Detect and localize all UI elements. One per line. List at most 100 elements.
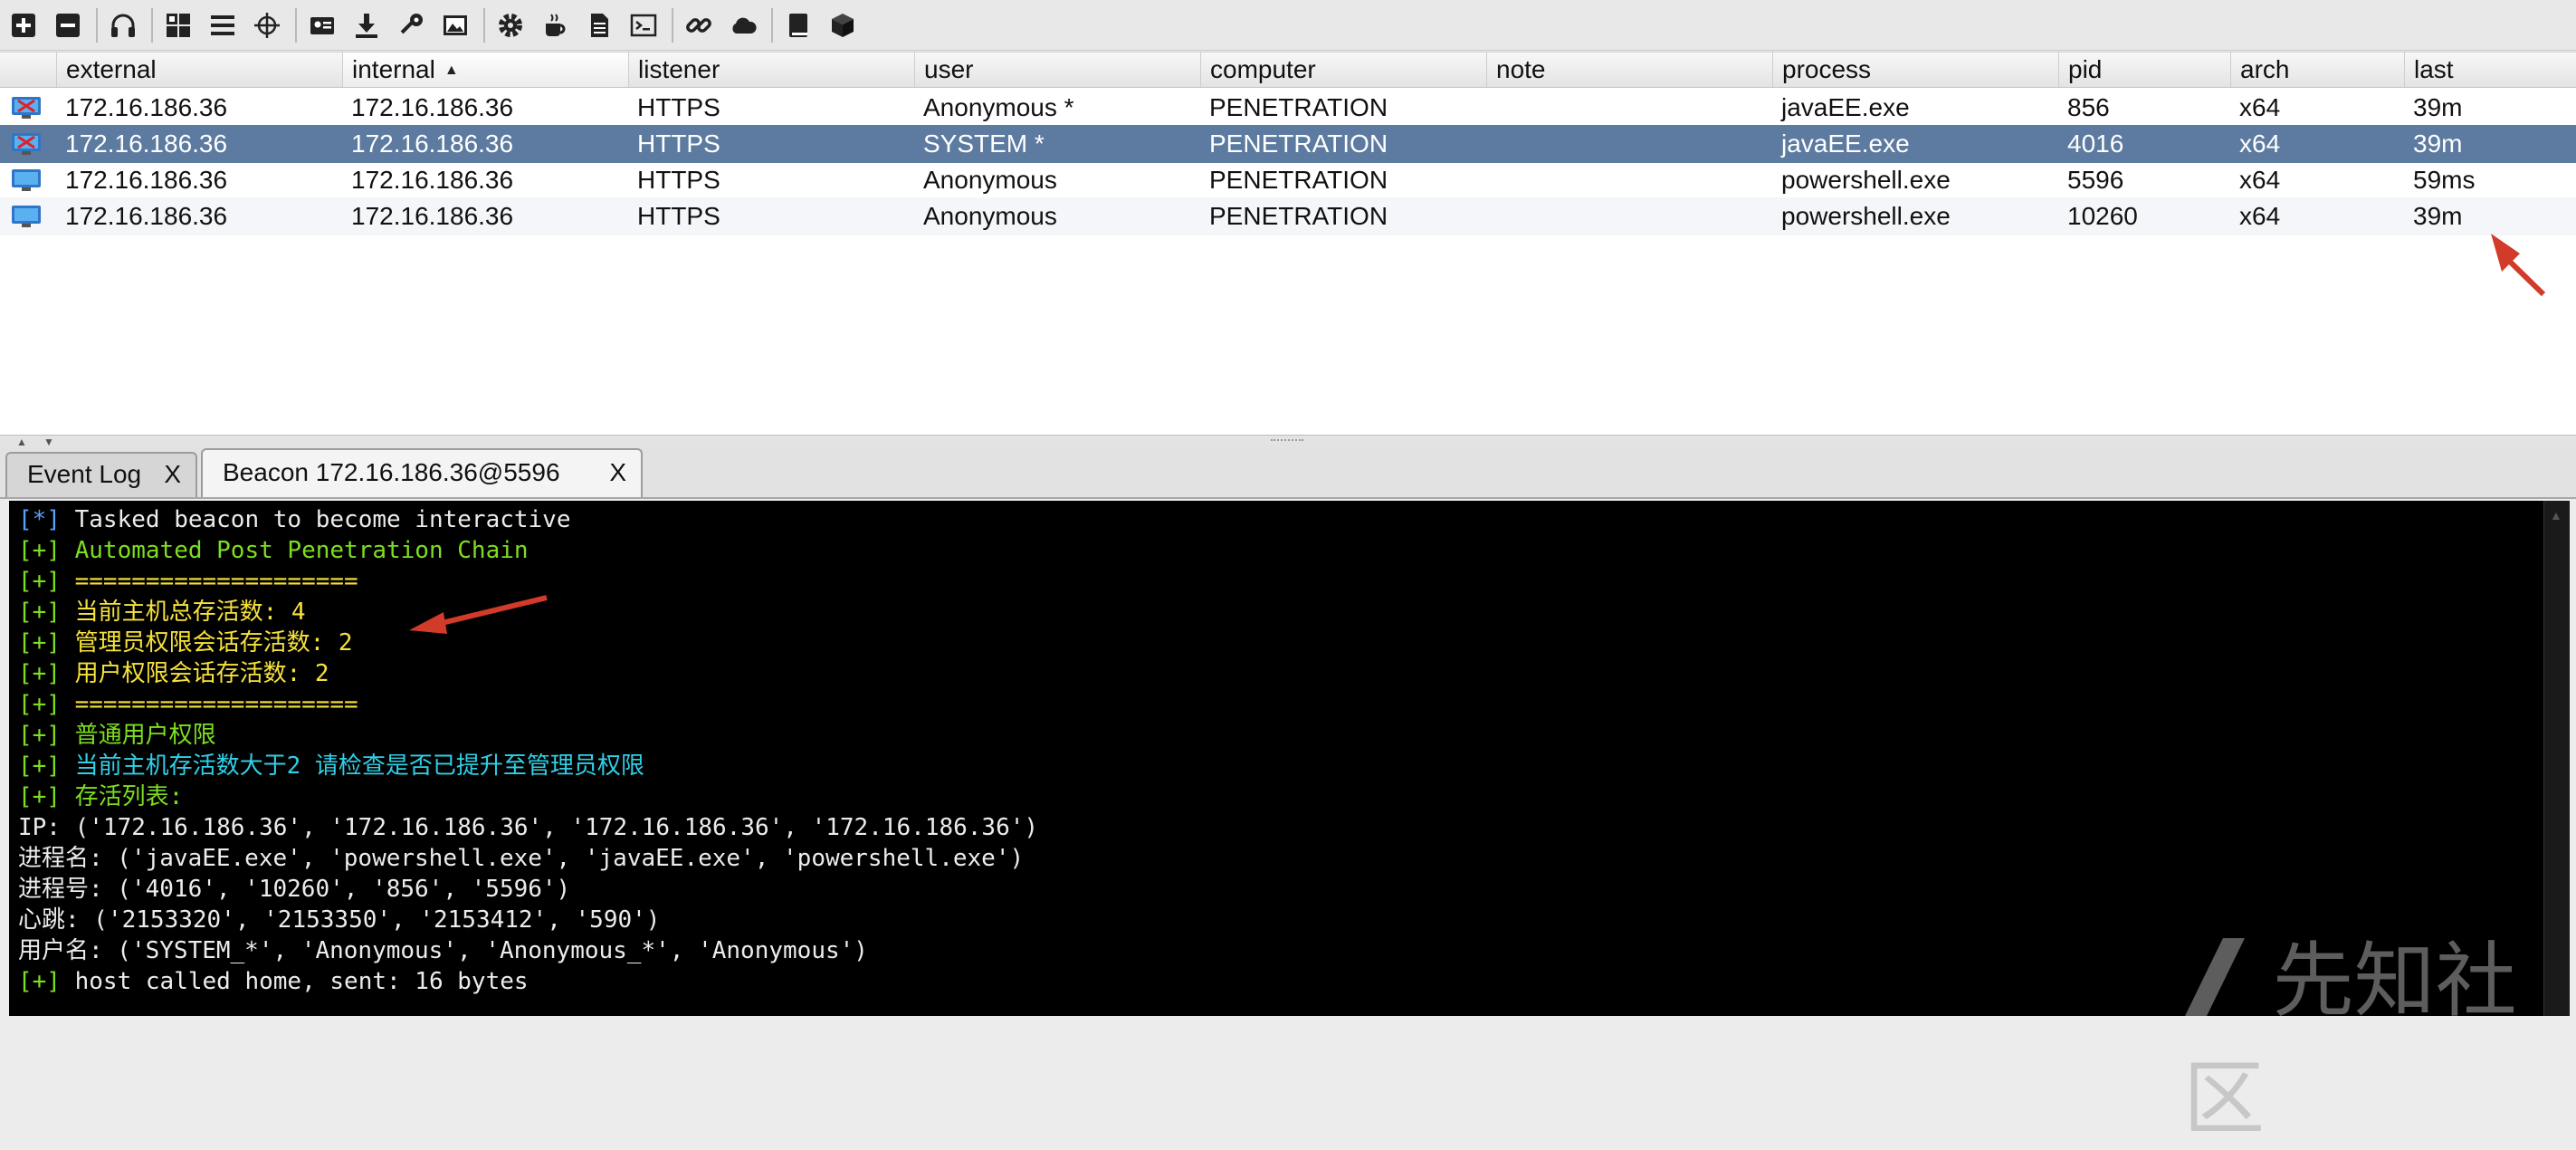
column-header-internal[interactable]: internal ▲: [342, 53, 628, 87]
toolbar-separator: [151, 7, 153, 43]
tab-beacon[interactable]: Beacon 172.16.186.36@5596 X: [201, 448, 643, 497]
console-line-text: Tasked beacon to become interactive: [60, 506, 571, 533]
table-row[interactable]: 172.16.186.36 172.16.186.36 HTTPS SYSTEM * P…: [0, 125, 2576, 163]
elevated-beacon-monitor-icon: [12, 97, 41, 119]
watermark-logo: 先知社区: [2183, 915, 2576, 1150]
console-line: [+] 当前主机总存活数: 4: [18, 597, 2543, 628]
console-line-text: 心跳: ('2153320', '2153350', '2153412', '5…: [18, 906, 661, 934]
cell-external: 172.16.186.36: [65, 129, 228, 158]
console-line: [+] 当前主机存活数大于2 请检查是否已提升至管理员权限: [18, 751, 2543, 781]
console-line: 用户名: ('SYSTEM_*', 'Anonymous', 'Anonymou…: [18, 935, 2543, 966]
screenshots-icon[interactable]: [437, 7, 473, 43]
console-line-text: ====================: [60, 691, 358, 718]
column-header-last[interactable]: last: [2404, 53, 2576, 87]
cell-arch: x64: [2239, 166, 2281, 194]
package-cube-icon[interactable]: [825, 7, 861, 43]
console-line-prefix: [+]: [18, 752, 61, 780]
book-icon[interactable]: [780, 7, 816, 43]
console-line: [+] Automated Post Penetration Chain: [18, 535, 2543, 566]
cell-internal: 172.16.186.36: [351, 202, 514, 230]
console-line-text: 进程号: ('4016', '10260', '856', '5596'): [18, 876, 571, 903]
table-header: external internal ▲ listener user compute…: [0, 52, 2576, 88]
payload-generator-gear-icon[interactable]: [492, 7, 529, 43]
console-line-text: 进程名: ('javaEE.exe', 'powershell.exe', 'j…: [18, 845, 1025, 872]
beacon-console-output[interactable]: [*] Tasked beacon to become interactive[…: [9, 501, 2543, 1016]
column-label: last: [2414, 55, 2454, 83]
cell-computer: PENETRATION: [1209, 93, 1388, 121]
watermark-slash-icon: [2185, 938, 2245, 1016]
cell-external: 172.16.186.36: [65, 166, 228, 194]
credentials-icon[interactable]: [304, 7, 340, 43]
cell-pid: 10260: [2067, 202, 2138, 230]
column-header-external[interactable]: external: [56, 53, 342, 87]
console-line-text: host called home, sent: 16 bytes: [60, 968, 529, 995]
column-label: listener: [638, 55, 720, 83]
console-line: [+] 用户权限会话存活数: 2: [18, 658, 2543, 689]
cell-last: 39m: [2413, 202, 2463, 230]
cell-process: javaEE.exe: [1781, 93, 1910, 121]
console-line-text: 存活列表:: [60, 783, 184, 810]
tab-event-log[interactable]: Event Log X: [5, 452, 197, 497]
table-row[interactable]: 172.16.186.36 172.16.186.36 HTTPS Anonymous…: [0, 161, 2576, 199]
cell-listener: HTTPS: [637, 166, 720, 194]
console-line-text: 普通用户权限: [60, 722, 216, 749]
scroll-up-arrow-icon[interactable]: ▲: [2550, 508, 2562, 522]
main-toolbar: [0, 0, 2576, 51]
link-icon[interactable]: [681, 7, 717, 43]
column-label: note: [1496, 55, 1546, 83]
cell-external: 172.16.186.36: [65, 202, 228, 230]
keystrokes-key-icon[interactable]: [393, 7, 429, 43]
console-line-prefix: [+]: [18, 968, 61, 995]
column-header-arch[interactable]: arch: [2230, 53, 2404, 87]
table-row[interactable]: 172.16.186.36 172.16.186.36 HTTPS Anonymous…: [0, 197, 2576, 235]
console-line-prefix: [*]: [18, 506, 61, 533]
collapse-down-arrow-icon[interactable]: ▼: [43, 436, 54, 448]
disconnect-icon[interactable]: [50, 7, 86, 43]
split-pane-divider[interactable]: ▲ ▼: [0, 436, 2576, 448]
document-icon[interactable]: [581, 7, 617, 43]
console-line: IP: ('172.16.186.36', '172.16.186.36', '…: [18, 812, 2543, 843]
console-line: [+] ====================: [18, 689, 2543, 720]
console-line-prefix: [+]: [18, 629, 61, 656]
session-table-icon[interactable]: [205, 7, 241, 43]
column-header-process[interactable]: process: [1772, 53, 2058, 87]
cell-pid: 856: [2067, 93, 2110, 121]
cell-listener: HTTPS: [637, 93, 720, 121]
column-header-user[interactable]: user: [914, 53, 1200, 87]
toolbar-separator: [771, 7, 773, 43]
terminal-icon[interactable]: [625, 7, 662, 43]
java-cup-icon[interactable]: [537, 7, 573, 43]
cell-last: 39m: [2413, 93, 2463, 121]
console-line: [+] host called home, sent: 16 bytes: [18, 966, 2543, 997]
divider-grip[interactable]: [1271, 439, 1303, 445]
console-line: [+] 存活列表:: [18, 781, 2543, 812]
column-header-listener[interactable]: listener: [628, 53, 914, 87]
table-row[interactable]: 172.16.186.36 172.16.186.36 HTTPS Anonymous…: [0, 89, 2576, 127]
console-line-prefix: [+]: [18, 599, 61, 626]
tab-label: Event Log: [27, 460, 142, 488]
cell-user: Anonymous: [923, 202, 1057, 230]
column-header-computer[interactable]: computer: [1200, 53, 1486, 87]
cell-user: SYSTEM *: [923, 129, 1045, 158]
column-header-note[interactable]: note: [1486, 53, 1772, 87]
cell-note: [1486, 197, 1772, 235]
new-connection-icon[interactable]: [5, 7, 42, 43]
collapse-up-arrow-icon[interactable]: ▲: [16, 436, 27, 448]
tab-close-button[interactable]: X: [609, 450, 626, 495]
cell-internal: 172.16.186.36: [351, 129, 514, 158]
column-label: user: [924, 55, 974, 83]
column-label: computer: [1210, 55, 1316, 83]
tab-close-button[interactable]: X: [164, 454, 181, 495]
column-header-pid[interactable]: pid: [2058, 53, 2230, 87]
column-label: arch: [2240, 55, 2290, 83]
targets-crosshair-icon[interactable]: [249, 7, 285, 43]
console-line: 进程名: ('javaEE.exe', 'powershell.exe', 'j…: [18, 843, 2543, 874]
cloud-icon[interactable]: [725, 7, 761, 43]
cell-user: Anonymous *: [923, 93, 1074, 121]
console-line-text: 当前主机总存活数: 4: [60, 599, 306, 626]
headphones-icon[interactable]: [105, 7, 141, 43]
downloads-icon[interactable]: [348, 7, 385, 43]
sort-ascending-icon: ▲: [444, 62, 459, 78]
console-line-text: 用户权限会话存活数: 2: [60, 660, 329, 687]
pivot-graph-icon[interactable]: [160, 7, 196, 43]
